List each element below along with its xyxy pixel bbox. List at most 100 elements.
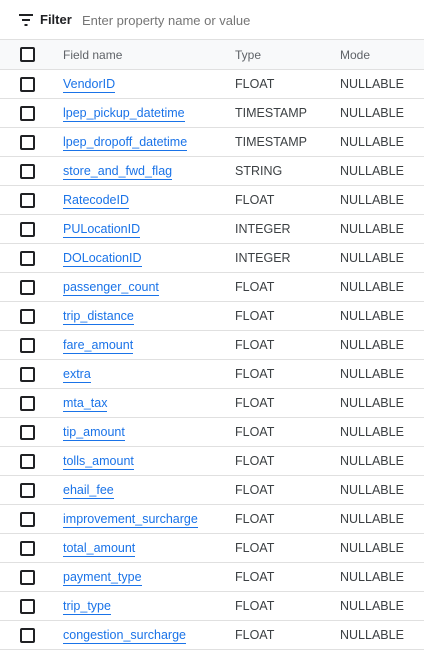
row-checkbox[interactable] — [20, 599, 35, 614]
field-type: FLOAT — [235, 280, 275, 294]
field-name-link[interactable]: ehail_fee — [63, 483, 114, 499]
filter-bar: Filter — [0, 0, 424, 40]
field-type: FLOAT — [235, 193, 275, 207]
field-name-link[interactable]: total_amount — [63, 541, 136, 557]
row-checkbox[interactable] — [20, 367, 35, 382]
table-row: congestion_surcharge FLOAT NULLABLE — [0, 621, 424, 650]
filter-input[interactable] — [82, 9, 412, 31]
field-mode: NULLABLE — [340, 541, 404, 555]
field-mode: NULLABLE — [340, 77, 404, 91]
field-name-link[interactable]: lpep_pickup_datetime — [63, 106, 185, 122]
field-name-link[interactable]: trip_distance — [63, 309, 134, 325]
table-row: store_and_fwd_flag STRING NULLABLE — [0, 157, 424, 186]
field-name-link[interactable]: lpep_dropoff_datetime — [63, 135, 188, 151]
field-name-link[interactable]: RatecodeID — [63, 193, 130, 209]
field-mode: NULLABLE — [340, 135, 404, 149]
field-type: FLOAT — [235, 425, 275, 439]
field-type: FLOAT — [235, 396, 275, 410]
table-row: ehail_fee FLOAT NULLABLE — [0, 476, 424, 505]
table-row: extra FLOAT NULLABLE — [0, 360, 424, 389]
field-type: TIMESTAMP — [235, 135, 307, 149]
row-checkbox[interactable] — [20, 570, 35, 585]
field-mode: NULLABLE — [340, 425, 404, 439]
row-checkbox[interactable] — [20, 135, 35, 150]
field-type: INTEGER — [235, 251, 291, 265]
row-checkbox[interactable] — [20, 338, 35, 353]
row-checkbox[interactable] — [20, 483, 35, 498]
filter-icon[interactable] — [19, 14, 33, 26]
field-name-link[interactable]: payment_type — [63, 570, 142, 586]
field-type: FLOAT — [235, 77, 275, 91]
table-row: trip_distance FLOAT NULLABLE — [0, 302, 424, 331]
table-row: RatecodeID FLOAT NULLABLE — [0, 186, 424, 215]
schema-table-body: VendorID FLOAT NULLABLE lpep_pickup_datetim… — [0, 70, 424, 650]
table-row: trip_type FLOAT NULLABLE — [0, 592, 424, 621]
field-type: FLOAT — [235, 512, 275, 526]
field-type: FLOAT — [235, 599, 275, 613]
field-type: FLOAT — [235, 338, 275, 352]
table-row: tip_amount FLOAT NULLABLE — [0, 418, 424, 447]
field-mode: NULLABLE — [340, 512, 404, 526]
select-all-checkbox[interactable] — [20, 47, 35, 62]
row-checkbox[interactable] — [20, 251, 35, 266]
row-checkbox[interactable] — [20, 541, 35, 556]
field-type: STRING — [235, 164, 283, 178]
table-row: payment_type FLOAT NULLABLE — [0, 563, 424, 592]
field-mode: NULLABLE — [340, 338, 404, 352]
row-checkbox[interactable] — [20, 628, 35, 643]
field-name-link[interactable]: fare_amount — [63, 338, 134, 354]
table-row: improvement_surcharge FLOAT NULLABLE — [0, 505, 424, 534]
field-mode: NULLABLE — [340, 454, 404, 468]
table-row: total_amount FLOAT NULLABLE — [0, 534, 424, 563]
field-mode: NULLABLE — [340, 570, 404, 584]
row-checkbox[interactable] — [20, 222, 35, 237]
table-row: passenger_count FLOAT NULLABLE — [0, 273, 424, 302]
row-checkbox[interactable] — [20, 77, 35, 92]
field-name-link[interactable]: trip_type — [63, 599, 111, 615]
field-name-link[interactable]: improvement_surcharge — [63, 512, 198, 528]
field-name-link[interactable]: VendorID — [63, 77, 116, 93]
field-mode: NULLABLE — [340, 628, 404, 642]
field-type: TIMESTAMP — [235, 106, 307, 120]
row-checkbox[interactable] — [20, 512, 35, 527]
field-mode: NULLABLE — [340, 396, 404, 410]
field-mode: NULLABLE — [340, 483, 404, 497]
field-name-link[interactable]: DOLocationID — [63, 251, 142, 267]
column-header-type: Type — [235, 48, 262, 62]
table-row: lpep_pickup_datetime TIMESTAMP NULLABLE — [0, 99, 424, 128]
table-row: fare_amount FLOAT NULLABLE — [0, 331, 424, 360]
table-row: lpep_dropoff_datetime TIMESTAMP NULLABLE — [0, 128, 424, 157]
field-type: FLOAT — [235, 454, 275, 468]
field-name-link[interactable]: tip_amount — [63, 425, 125, 441]
row-checkbox[interactable] — [20, 106, 35, 121]
row-checkbox[interactable] — [20, 164, 35, 179]
field-mode: NULLABLE — [340, 164, 404, 178]
table-row: DOLocationID INTEGER NULLABLE — [0, 244, 424, 273]
field-type: FLOAT — [235, 367, 275, 381]
row-checkbox[interactable] — [20, 425, 35, 440]
field-name-link[interactable]: tolls_amount — [63, 454, 134, 470]
row-checkbox[interactable] — [20, 396, 35, 411]
row-checkbox[interactable] — [20, 454, 35, 469]
field-name-link[interactable]: congestion_surcharge — [63, 628, 186, 644]
column-header-field-name: Field name — [63, 48, 123, 62]
field-name-link[interactable]: store_and_fwd_flag — [63, 164, 173, 180]
field-name-link[interactable]: mta_tax — [63, 396, 108, 412]
field-name-link[interactable]: passenger_count — [63, 280, 159, 296]
field-name-link[interactable]: extra — [63, 367, 91, 383]
field-name-link[interactable]: PULocationID — [63, 222, 141, 238]
table-row: VendorID FLOAT NULLABLE — [0, 70, 424, 99]
table-header: Field name Type Mode — [0, 40, 424, 70]
table-row: mta_tax FLOAT NULLABLE — [0, 389, 424, 418]
field-mode: NULLABLE — [340, 251, 404, 265]
row-checkbox[interactable] — [20, 193, 35, 208]
field-type: FLOAT — [235, 628, 275, 642]
field-mode: NULLABLE — [340, 193, 404, 207]
row-checkbox[interactable] — [20, 309, 35, 324]
field-type: FLOAT — [235, 570, 275, 584]
table-row: tolls_amount FLOAT NULLABLE — [0, 447, 424, 476]
field-mode: NULLABLE — [340, 280, 404, 294]
field-mode: NULLABLE — [340, 309, 404, 323]
row-checkbox[interactable] — [20, 280, 35, 295]
filter-label[interactable]: Filter — [40, 12, 72, 27]
